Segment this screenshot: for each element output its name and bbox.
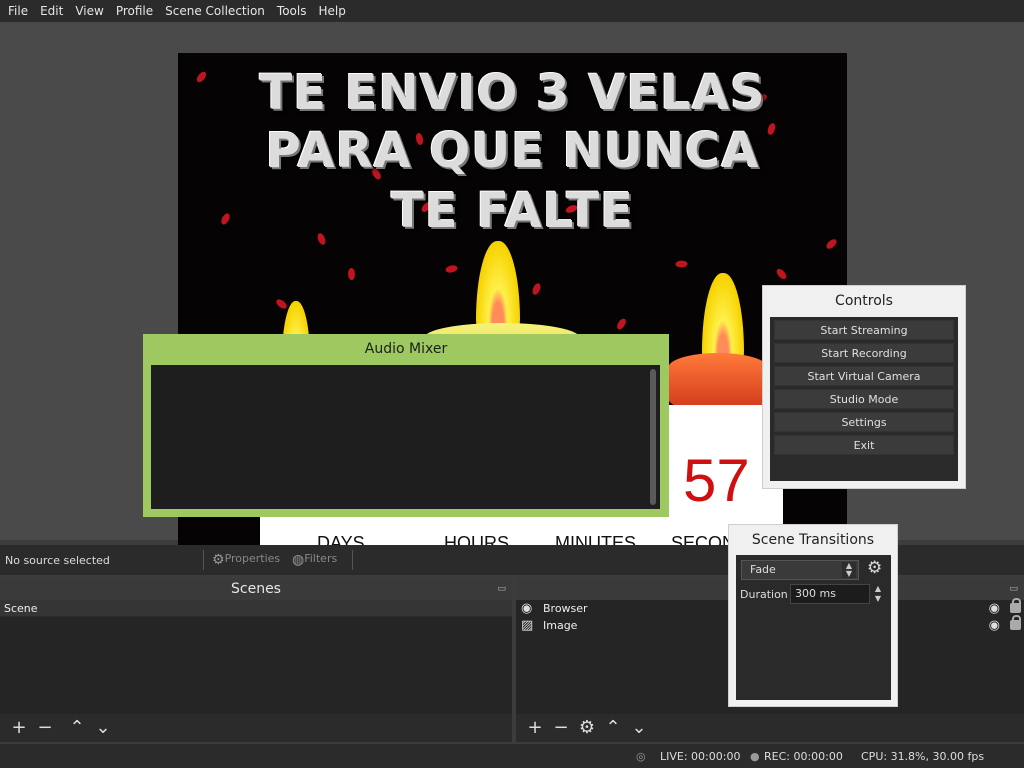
transition-gear-icon[interactable]: ⚙ bbox=[867, 560, 882, 577]
move-scene-up-button[interactable]: ⌃ bbox=[64, 719, 90, 737]
duration-input[interactable]: 300 ms bbox=[790, 584, 870, 604]
filter-icon: ◍ bbox=[292, 552, 305, 568]
globe-icon: ◉ bbox=[521, 601, 533, 616]
petal-decoration bbox=[674, 259, 689, 269]
candle-right bbox=[668, 353, 768, 413]
transition-selected-value: Fade bbox=[750, 563, 776, 576]
image-icon: ▨ bbox=[521, 618, 534, 633]
headline-line-2: PARA QUE NUNCA bbox=[265, 123, 760, 179]
lock-icon[interactable] bbox=[1010, 615, 1021, 630]
audio-mixer-content bbox=[151, 365, 660, 509]
no-source-label: No source selected bbox=[5, 554, 110, 567]
settings-button[interactable]: Settings bbox=[774, 412, 954, 432]
petal-decoration bbox=[824, 237, 839, 251]
exit-button[interactable]: Exit bbox=[774, 435, 954, 455]
source-name: Browser bbox=[543, 602, 588, 615]
petal-decoration bbox=[531, 282, 542, 296]
network-activity-icon: ◎ bbox=[636, 750, 646, 763]
undock-icon[interactable]: ▭ bbox=[1009, 578, 1018, 600]
properties-button[interactable]: ⚙Properties bbox=[212, 552, 280, 568]
petal-decoration bbox=[444, 263, 459, 275]
petal-decoration bbox=[774, 267, 789, 281]
controls-title[interactable]: Controls bbox=[763, 286, 965, 317]
rec-time: REC: 00:00:00 bbox=[764, 750, 843, 763]
status-bar: ◎ LIVE: 00:00:00 ● REC: 00:00:00 CPU: 31… bbox=[0, 744, 1024, 768]
chevron-up-down-icon: ▲ ▼ bbox=[842, 562, 856, 578]
undock-icon[interactable]: ▭ bbox=[497, 578, 506, 600]
audio-mixer-scrollbar[interactable] bbox=[650, 369, 656, 505]
cpu-fps: CPU: 31.8%, 30.00 fps bbox=[861, 750, 985, 763]
visibility-eye-icon[interactable]: ◉ bbox=[989, 600, 1000, 617]
toolbar-separator bbox=[352, 550, 353, 570]
scenes-dock-header[interactable]: Scenes ▭ bbox=[0, 578, 512, 600]
audio-mixer-title[interactable]: Audio Mixer bbox=[143, 334, 669, 363]
properties-label: Properties bbox=[224, 552, 281, 565]
controls-panel[interactable]: Controls Start Streaming Start Recording… bbox=[762, 285, 966, 489]
scenes-toolbar: + − ⌃ ⌄ bbox=[0, 714, 512, 742]
petal-decoration bbox=[615, 317, 628, 331]
scene-list-item[interactable]: Scene bbox=[0, 600, 512, 617]
studio-mode-button[interactable]: Studio Mode bbox=[774, 389, 954, 409]
duration-label: Duration bbox=[740, 588, 788, 601]
scene-transitions-content: Fade ▲ ▼ ⚙ Duration 300 ms ▲ ▼ bbox=[736, 555, 891, 700]
scene-transitions-panel[interactable]: Scene Transitions Fade ▲ ▼ ⚙ Duration 300… bbox=[728, 524, 898, 707]
gear-icon: ⚙ bbox=[212, 552, 225, 568]
add-source-button[interactable]: + bbox=[522, 719, 548, 737]
transition-select[interactable]: Fade ▲ ▼ bbox=[741, 560, 859, 580]
move-source-up-button[interactable]: ⌃ bbox=[600, 719, 626, 737]
duration-spinner-icon[interactable]: ▲ ▼ bbox=[871, 584, 885, 604]
petal-decoration bbox=[274, 297, 289, 311]
source-name: Image bbox=[543, 619, 578, 632]
toolbar-separator bbox=[203, 550, 204, 570]
filters-label: Filters bbox=[304, 552, 338, 565]
visibility-eye-icon[interactable]: ◉ bbox=[989, 617, 1000, 634]
headline-line-3: TE FALTE bbox=[391, 183, 634, 239]
menu-tools[interactable]: Tools bbox=[271, 0, 313, 22]
start-recording-button[interactable]: Start Recording bbox=[774, 343, 954, 363]
audio-mixer-panel[interactable]: Audio Mixer bbox=[143, 334, 669, 517]
filters-button[interactable]: ◍Filters bbox=[292, 552, 337, 568]
remove-scene-button[interactable]: − bbox=[32, 719, 58, 737]
live-time: LIVE: 00:00:00 bbox=[660, 750, 741, 763]
scenes-title: Scenes bbox=[231, 581, 281, 597]
record-icon: ● bbox=[750, 750, 760, 763]
scenes-dock: Scenes ▭ Scene + − ⌃ ⌄ bbox=[0, 578, 512, 742]
lock-icon[interactable] bbox=[1010, 598, 1021, 613]
sources-toolbar: + − ⚙ ⌃ ⌄ bbox=[516, 714, 1024, 742]
petal-decoration bbox=[347, 267, 356, 281]
start-virtual-camera-button[interactable]: Start Virtual Camera bbox=[774, 366, 954, 386]
scenes-list[interactable]: Scene bbox=[0, 600, 512, 714]
menu-profile[interactable]: Profile bbox=[110, 0, 159, 22]
menu-file[interactable]: File bbox=[2, 0, 34, 22]
menu-edit[interactable]: Edit bbox=[34, 0, 69, 22]
scene-transitions-title[interactable]: Scene Transitions bbox=[729, 525, 897, 555]
start-streaming-button[interactable]: Start Streaming bbox=[774, 320, 954, 340]
move-source-down-button[interactable]: ⌄ bbox=[626, 719, 652, 737]
menu-view[interactable]: View bbox=[69, 0, 109, 22]
remove-source-button[interactable]: − bbox=[548, 719, 574, 737]
menu-help[interactable]: Help bbox=[312, 0, 351, 22]
headline-line-1: TE ENVIO 3 VELAS bbox=[259, 65, 766, 121]
add-scene-button[interactable]: + bbox=[6, 719, 32, 737]
menu-scene-collection[interactable]: Scene Collection bbox=[159, 0, 271, 22]
countdown-value: 57 bbox=[683, 447, 750, 514]
menu-bar: File Edit View Profile Scene Collection … bbox=[0, 0, 1024, 22]
move-scene-down-button[interactable]: ⌄ bbox=[90, 719, 116, 737]
controls-content: Start Streaming Start Recording Start Vi… bbox=[770, 317, 958, 481]
source-properties-gear-icon[interactable]: ⚙ bbox=[574, 719, 600, 737]
